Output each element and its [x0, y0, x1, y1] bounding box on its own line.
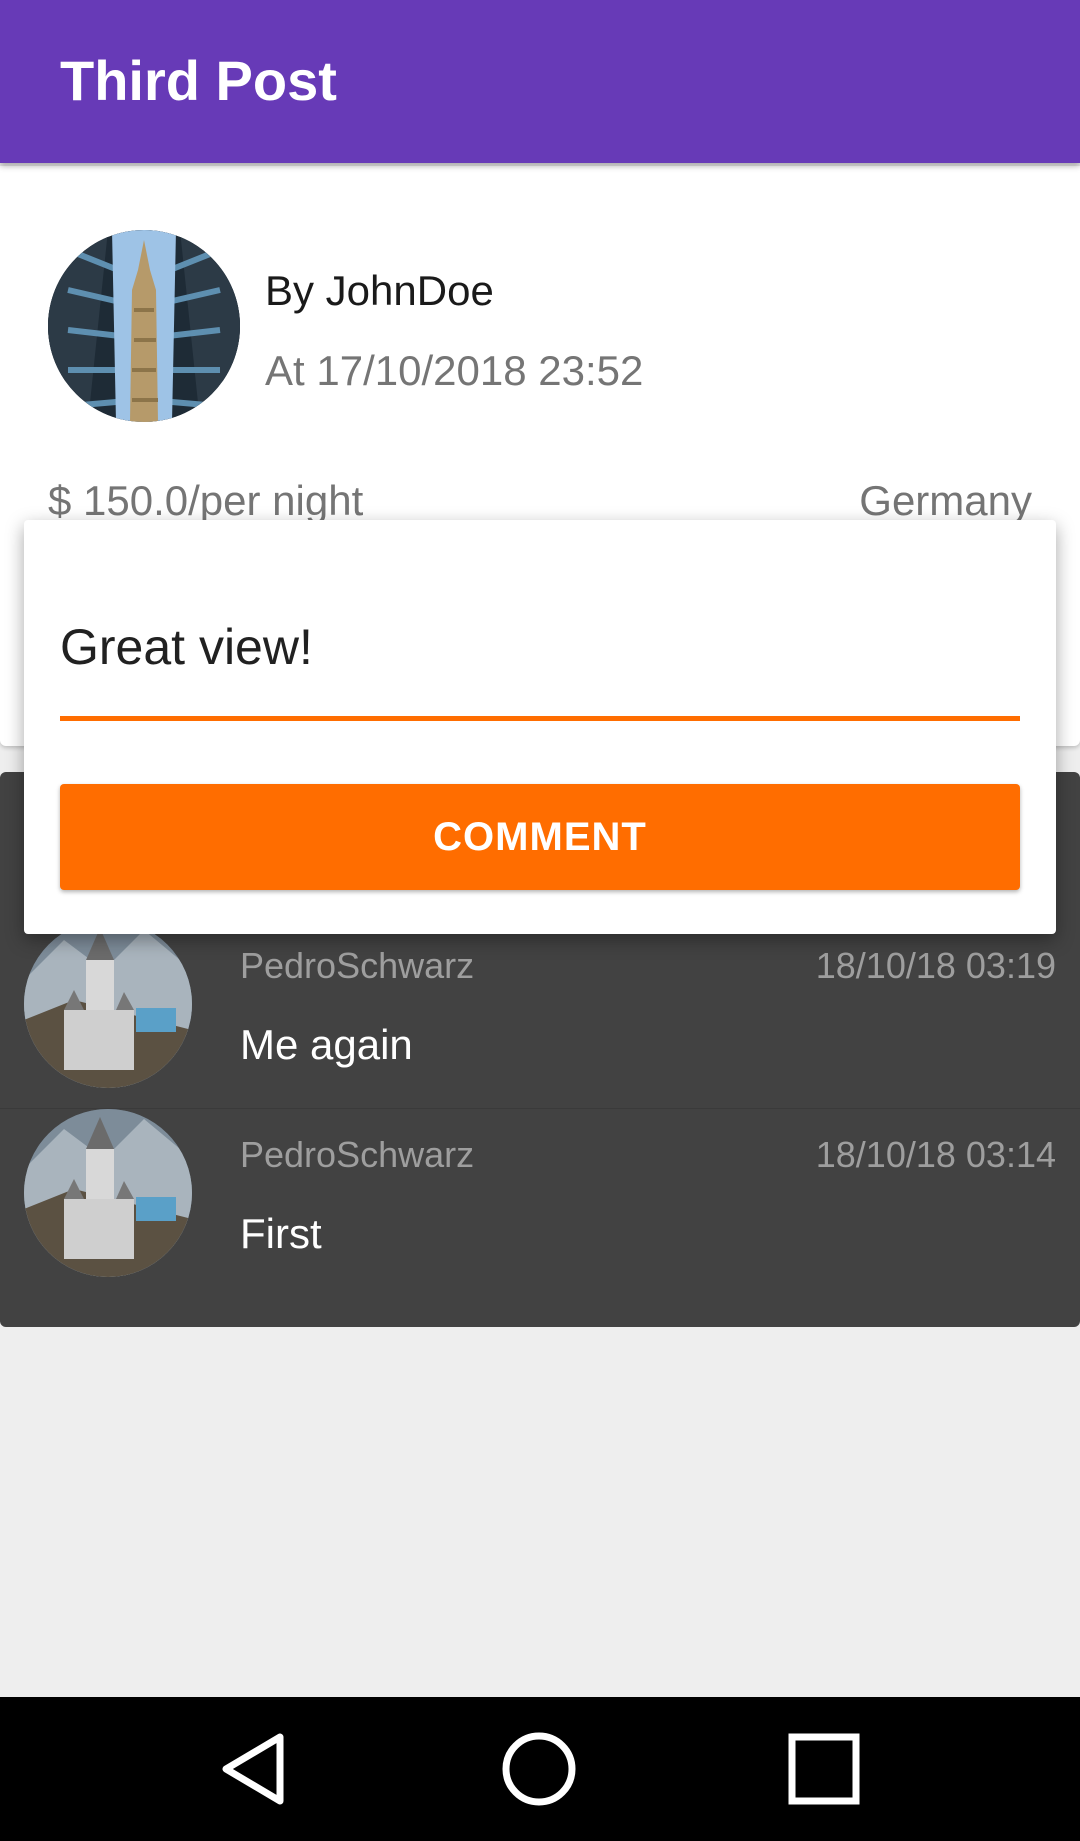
comment-button[interactable]: COMMENT [60, 784, 1020, 890]
tower-photo-icon [48, 230, 240, 422]
comment-item: PedroSchwarz 18/10/18 03:14 First [0, 1109, 1080, 1327]
page-title: Third Post [60, 49, 337, 112]
post-date: At 17/10/2018 23:52 [265, 347, 644, 394]
comment-input[interactable] [60, 612, 1020, 682]
castle-photo-icon [24, 1109, 192, 1277]
comment-text: First [240, 1210, 322, 1257]
app-bar: Third Post [0, 0, 1080, 163]
comment-item: PedroSchwarz 18/10/18 03:19 Me again [0, 920, 1080, 1138]
post-country: Germany [859, 477, 1032, 524]
comment-dialog: COMMENT [24, 520, 1056, 934]
recent-apps-icon [788, 1733, 860, 1805]
author-avatar[interactable] [48, 230, 240, 422]
input-underline [60, 716, 1020, 721]
comment-timestamp: 18/10/18 03:19 [815, 945, 1056, 986]
back-icon [222, 1733, 284, 1805]
comment-username: PedroSchwarz [240, 945, 475, 986]
comment-username: PedroSchwarz [240, 1134, 475, 1175]
comment-timestamp: 18/10/18 03:14 [815, 1134, 1056, 1175]
home-icon [502, 1732, 576, 1806]
system-nav-bar [0, 1697, 1080, 1841]
back-button[interactable] [208, 1723, 300, 1815]
commenter-avatar[interactable] [24, 1109, 192, 1277]
commenter-avatar[interactable] [24, 920, 192, 1088]
castle-photo-icon [24, 920, 192, 1088]
recent-apps-button[interactable] [778, 1723, 870, 1815]
comment-text: Me again [240, 1021, 413, 1068]
author-name: By JohnDoe [265, 267, 494, 314]
price-per-night: $ 150.0/per night [48, 477, 364, 524]
home-button[interactable] [493, 1723, 585, 1815]
